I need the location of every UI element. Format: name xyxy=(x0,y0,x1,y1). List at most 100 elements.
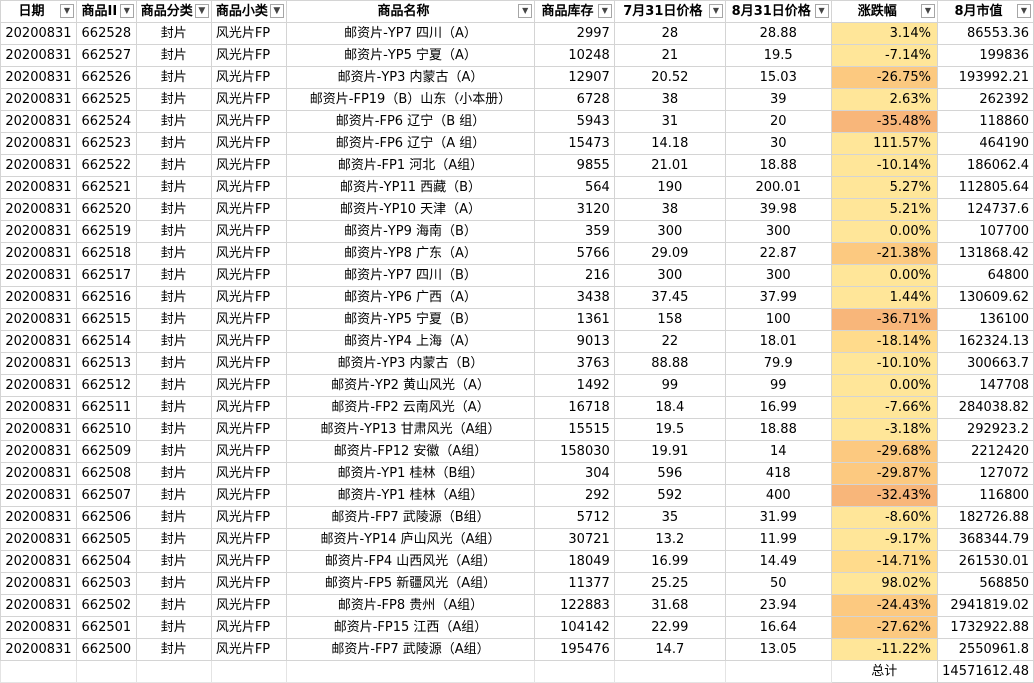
subcategory-cell[interactable]: 风光片FP xyxy=(210,506,287,529)
change-pct-cell[interactable]: -29.87% xyxy=(830,462,938,485)
header-price-jul31[interactable]: 7月31日价格 ▼ xyxy=(613,0,726,23)
stock-cell[interactable]: 5943 xyxy=(534,110,615,133)
price-jul31-cell[interactable]: 22 xyxy=(613,330,726,353)
change-pct-cell[interactable]: -8.60% xyxy=(830,506,938,529)
price-aug31-cell[interactable]: 18.88 xyxy=(724,418,832,441)
subcategory-cell[interactable]: 风光片FP xyxy=(210,154,287,177)
change-pct-cell[interactable]: 2.63% xyxy=(830,88,938,111)
change-pct-cell[interactable]: -10.14% xyxy=(830,154,938,177)
filter-dropdown-icon[interactable]: ▼ xyxy=(708,4,723,18)
subcategory-cell[interactable]: 风光片FP xyxy=(210,462,287,485)
price-jul31-cell[interactable]: 35 xyxy=(613,506,726,529)
market-value-cell[interactable]: 368344.79 xyxy=(936,528,1034,551)
price-jul31-cell[interactable]: 29.09 xyxy=(613,242,726,265)
subcategory-cell[interactable]: 风光片FP xyxy=(210,418,287,441)
date-cell[interactable]: 20200831 xyxy=(0,572,77,595)
product-id-cell[interactable]: 662513 xyxy=(75,352,137,375)
date-cell[interactable]: 20200831 xyxy=(0,22,77,45)
product-name-cell[interactable]: 邮资片-YP5 宁夏（B） xyxy=(285,308,536,331)
price-jul31-cell[interactable]: 99 xyxy=(613,374,726,397)
date-cell[interactable]: 20200831 xyxy=(0,550,77,573)
category-cell[interactable]: 封片 xyxy=(135,242,212,265)
subcategory-cell[interactable]: 风光片FP xyxy=(210,22,287,45)
market-value-cell[interactable]: 284038.82 xyxy=(936,396,1034,419)
price-aug31-cell[interactable]: 30 xyxy=(724,132,832,155)
stock-cell[interactable]: 30721 xyxy=(534,528,615,551)
stock-cell[interactable]: 104142 xyxy=(534,616,615,639)
subcategory-cell[interactable]: 风光片FP xyxy=(210,352,287,375)
market-value-cell[interactable]: 262392 xyxy=(936,88,1034,111)
price-aug31-cell[interactable]: 20 xyxy=(724,110,832,133)
filter-dropdown-icon[interactable]: ▼ xyxy=(59,4,74,18)
product-id-cell[interactable]: 662526 xyxy=(75,66,137,89)
price-aug31-cell[interactable]: 18.88 xyxy=(724,154,832,177)
category-cell[interactable]: 封片 xyxy=(135,550,212,573)
price-aug31-cell[interactable]: 28.88 xyxy=(724,22,832,45)
category-cell[interactable]: 封片 xyxy=(135,330,212,353)
product-id-cell[interactable]: 662507 xyxy=(75,484,137,507)
market-value-cell[interactable]: 1732922.88 xyxy=(936,616,1034,639)
market-value-cell[interactable]: 2941819.02 xyxy=(936,594,1034,617)
product-id-cell[interactable]: 662523 xyxy=(75,132,137,155)
price-jul31-cell[interactable]: 22.99 xyxy=(613,616,726,639)
product-id-cell[interactable]: 662502 xyxy=(75,594,137,617)
product-id-cell[interactable]: 662504 xyxy=(75,550,137,573)
date-cell[interactable]: 20200831 xyxy=(0,638,77,661)
category-cell[interactable]: 封片 xyxy=(135,132,212,155)
date-cell[interactable]: 20200831 xyxy=(0,110,77,133)
product-name-cell[interactable]: 邮资片-FP2 云南风光（A） xyxy=(285,396,536,419)
category-cell[interactable]: 封片 xyxy=(135,44,212,67)
change-pct-cell[interactable]: -26.75% xyxy=(830,66,938,89)
product-id-cell[interactable]: 662511 xyxy=(75,396,137,419)
product-name-cell[interactable]: 邮资片-YP5 宁夏（A） xyxy=(285,44,536,67)
market-value-cell[interactable]: 186062.4 xyxy=(936,154,1034,177)
change-pct-cell[interactable]: 1.44% xyxy=(830,286,938,309)
subcategory-cell[interactable]: 风光片FP xyxy=(210,572,287,595)
category-cell[interactable]: 封片 xyxy=(135,616,212,639)
filter-dropdown-icon[interactable]: ▼ xyxy=(518,4,533,18)
subcategory-cell[interactable]: 风光片FP xyxy=(210,242,287,265)
change-pct-cell[interactable]: -24.43% xyxy=(830,594,938,617)
product-id-cell[interactable]: 662521 xyxy=(75,176,137,199)
market-value-cell[interactable]: 131868.42 xyxy=(936,242,1034,265)
change-pct-cell[interactable]: -32.43% xyxy=(830,484,938,507)
price-aug31-cell[interactable]: 13.05 xyxy=(724,638,832,661)
market-value-cell[interactable]: 112805.64 xyxy=(936,176,1034,199)
category-cell[interactable]: 封片 xyxy=(135,308,212,331)
category-cell[interactable]: 封片 xyxy=(135,66,212,89)
product-name-cell[interactable]: 邮资片-YP8 广东（A） xyxy=(285,242,536,265)
product-name-cell[interactable]: 邮资片-YP13 甘肃风光（A组） xyxy=(285,418,536,441)
market-value-cell[interactable]: 193992.21 xyxy=(936,66,1034,89)
stock-cell[interactable]: 10248 xyxy=(534,44,615,67)
change-pct-cell[interactable]: -36.71% xyxy=(830,308,938,331)
product-id-cell[interactable]: 662505 xyxy=(75,528,137,551)
total-value-cell[interactable]: 14571612.48 xyxy=(936,660,1034,683)
stock-cell[interactable]: 122883 xyxy=(534,594,615,617)
stock-cell[interactable]: 16718 xyxy=(534,396,615,419)
stock-cell[interactable]: 5766 xyxy=(534,242,615,265)
product-name-cell[interactable]: 邮资片-YP14 庐山风光（A组） xyxy=(285,528,536,551)
product-name-cell[interactable]: 邮资片-YP11 西藏（B） xyxy=(285,176,536,199)
category-cell[interactable]: 封片 xyxy=(135,286,212,309)
stock-cell[interactable]: 2997 xyxy=(534,22,615,45)
category-cell[interactable]: 封片 xyxy=(135,88,212,111)
change-pct-cell[interactable]: 111.57% xyxy=(830,132,938,155)
market-value-cell[interactable]: 127072 xyxy=(936,462,1034,485)
date-cell[interactable]: 20200831 xyxy=(0,440,77,463)
product-id-cell[interactable]: 662503 xyxy=(75,572,137,595)
subcategory-cell[interactable]: 风光片FP xyxy=(210,286,287,309)
subcategory-cell[interactable]: 风光片FP xyxy=(210,66,287,89)
price-aug31-cell[interactable]: 14 xyxy=(724,440,832,463)
subcategory-cell[interactable]: 风光片FP xyxy=(210,176,287,199)
category-cell[interactable]: 封片 xyxy=(135,528,212,551)
date-cell[interactable]: 20200831 xyxy=(0,154,77,177)
date-cell[interactable]: 20200831 xyxy=(0,484,77,507)
category-cell[interactable]: 封片 xyxy=(135,110,212,133)
category-cell[interactable]: 封片 xyxy=(135,638,212,661)
change-pct-cell[interactable]: 5.21% xyxy=(830,198,938,221)
market-value-cell[interactable]: 568850 xyxy=(936,572,1034,595)
category-cell[interactable]: 封片 xyxy=(135,418,212,441)
product-name-cell[interactable]: 邮资片-FP6 辽宁（A 组） xyxy=(285,132,536,155)
date-cell[interactable]: 20200831 xyxy=(0,264,77,287)
stock-cell[interactable]: 292 xyxy=(534,484,615,507)
